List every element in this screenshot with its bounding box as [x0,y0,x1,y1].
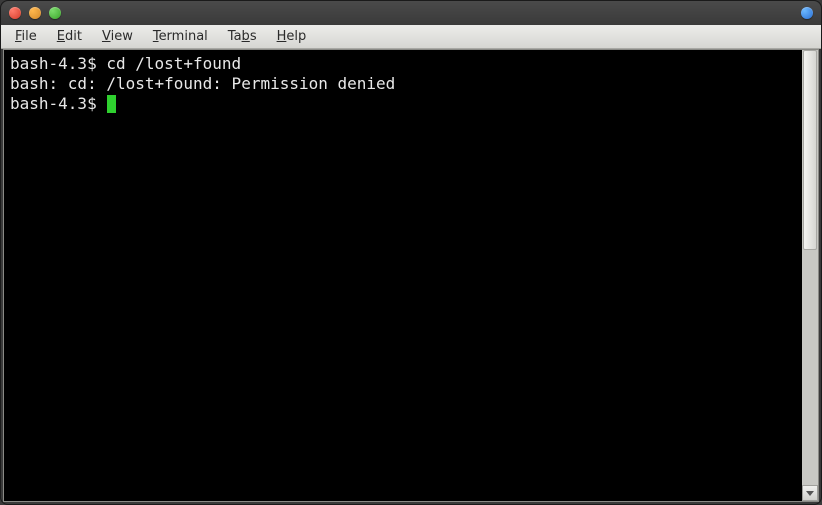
menu-view[interactable]: View [94,27,141,46]
window-controls [9,7,61,19]
prompt: bash-4.3$ [10,94,106,113]
menu-terminal[interactable]: Terminal [145,27,216,46]
terminal-window: File Edit View Terminal Tabs Help bash-4… [0,0,822,505]
maximize-button[interactable] [49,7,61,19]
menubar: File Edit View Terminal Tabs Help [1,25,821,49]
close-button[interactable] [9,7,21,19]
chevron-down-icon [806,491,814,496]
terminal-line: bash: cd: /lost+found: Permission denied [10,74,796,94]
cursor-icon [107,95,116,113]
terminal-container: bash-4.3$ cd /lost+foundbash: cd: /lost+… [3,49,819,502]
menu-file[interactable]: File [7,27,45,46]
prompt: bash-4.3$ [10,54,106,73]
scrollbar[interactable] [802,50,818,501]
minimize-button[interactable] [29,7,41,19]
titlebar[interactable] [1,1,821,25]
output-text: bash: cd: /lost+found: Permission denied [10,74,395,93]
command-text: cd /lost+found [106,54,241,73]
terminal-line: bash-4.3$ [10,94,796,114]
menu-help[interactable]: Help [269,27,315,46]
terminal-line: bash-4.3$ cd /lost+found [10,54,796,74]
scroll-down-button[interactable] [802,485,818,501]
scrollbar-thumb[interactable] [803,50,817,250]
menu-tabs[interactable]: Tabs [220,27,265,46]
status-indicator-icon [801,7,813,19]
menu-edit[interactable]: Edit [49,27,90,46]
terminal-area[interactable]: bash-4.3$ cd /lost+foundbash: cd: /lost+… [4,50,802,501]
scrollbar-track[interactable] [802,50,818,485]
